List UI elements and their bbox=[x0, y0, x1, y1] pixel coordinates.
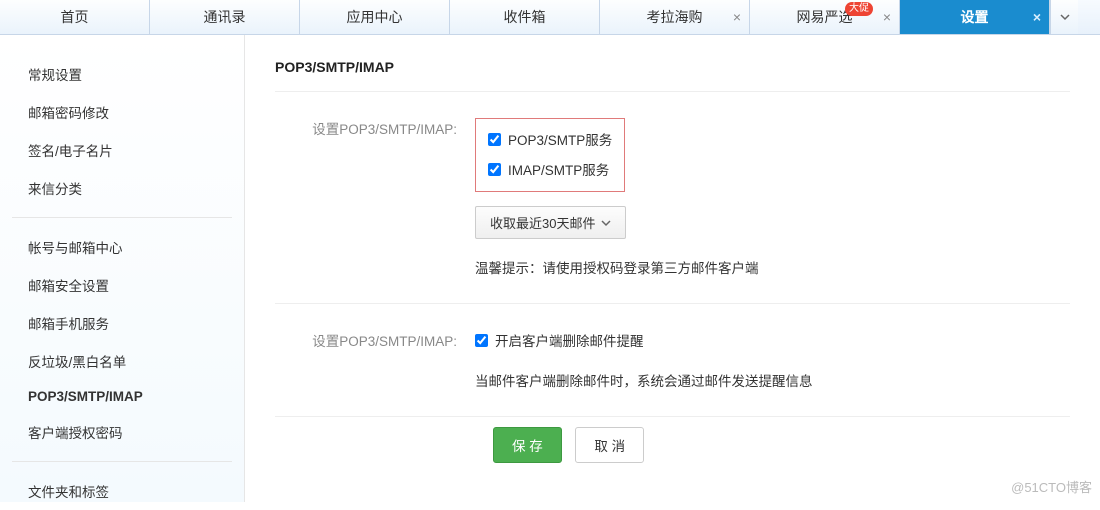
tab-inbox[interactable]: 收件箱 bbox=[450, 0, 600, 34]
checkbox-pop3[interactable]: POP3/SMTP服务 bbox=[488, 129, 612, 149]
sidebar-item-incoming[interactable]: 来信分类 bbox=[0, 169, 244, 207]
checkbox-label: IMAP/SMTP服务 bbox=[508, 159, 609, 179]
sidebar-item-protocol[interactable]: POP3/SMTP/IMAP bbox=[0, 380, 244, 413]
tab-label: 收件箱 bbox=[504, 7, 546, 27]
tab-contacts[interactable]: 通讯录 bbox=[150, 0, 300, 34]
checkbox-label: POP3/SMTP服务 bbox=[508, 129, 612, 149]
panel-title: POP3/SMTP/IMAP bbox=[275, 59, 1070, 92]
tab-home[interactable]: 首页 bbox=[0, 0, 150, 34]
tab-label: 首页 bbox=[61, 7, 89, 27]
dropdown-label: 收取最近30天邮件 bbox=[490, 213, 595, 232]
divider bbox=[12, 217, 232, 218]
section-services: 设置POP3/SMTP/IMAP: POP3/SMTP服务 IMAP/SMTP服… bbox=[275, 92, 1070, 304]
checkbox-input[interactable] bbox=[488, 133, 501, 146]
divider bbox=[12, 461, 232, 462]
tab-kaola[interactable]: 考拉海购 × bbox=[600, 0, 750, 34]
sidebar-item-authcode[interactable]: 客户端授权密码 bbox=[0, 413, 244, 451]
checkbox-imap[interactable]: IMAP/SMTP服务 bbox=[488, 159, 612, 179]
actions-row: 保 存 取 消 bbox=[493, 417, 1070, 483]
section-delete-notify: 设置POP3/SMTP/IMAP: 开启客户端删除邮件提醒 当邮件客户端删除邮件… bbox=[275, 304, 1070, 417]
sidebar-item-signature[interactable]: 签名/电子名片 bbox=[0, 131, 244, 169]
main-panel: POP3/SMTP/IMAP 设置POP3/SMTP/IMAP: POP3/SM… bbox=[245, 35, 1100, 502]
chevron-down-icon bbox=[601, 218, 611, 228]
close-icon[interactable]: × bbox=[1033, 9, 1041, 25]
tab-label: 通讯录 bbox=[204, 7, 246, 27]
workspace: 常规设置 邮箱密码修改 签名/电子名片 来信分类 帐号与邮箱中心 邮箱安全设置 … bbox=[0, 35, 1100, 502]
sidebar: 常规设置 邮箱密码修改 签名/电子名片 来信分类 帐号与邮箱中心 邮箱安全设置 … bbox=[0, 35, 245, 502]
tab-apps[interactable]: 应用中心 bbox=[300, 0, 450, 34]
sidebar-item-security[interactable]: 邮箱安全设置 bbox=[0, 266, 244, 304]
cancel-button[interactable]: 取 消 bbox=[575, 427, 644, 463]
tab-label: 应用中心 bbox=[347, 7, 403, 27]
section-label: 设置POP3/SMTP/IMAP: bbox=[275, 118, 475, 277]
section-label: 设置POP3/SMTP/IMAP: bbox=[275, 330, 475, 390]
retrieve-range-dropdown[interactable]: 收取最近30天邮件 bbox=[475, 206, 626, 239]
desc-text: 当邮件客户端删除邮件时，系统会通过邮件发送提醒信息 bbox=[475, 370, 1070, 390]
chevron-down-icon bbox=[1060, 12, 1070, 22]
hint-text: 温馨提示：请使用授权码登录第三方邮件客户端 bbox=[475, 257, 1070, 277]
watermark: @51CTO博客 bbox=[1011, 477, 1092, 496]
top-tabs: 首页 通讯录 应用中心 收件箱 考拉海购 × 网易严选 大促 × 设置 × bbox=[0, 0, 1100, 35]
save-button[interactable]: 保 存 bbox=[493, 427, 562, 463]
sidebar-item-general[interactable]: 常规设置 bbox=[0, 55, 244, 93]
promo-badge: 大促 bbox=[845, 2, 873, 16]
tab-yanxuan[interactable]: 网易严选 大促 × bbox=[750, 0, 900, 34]
tab-more-button[interactable] bbox=[1050, 0, 1078, 34]
tab-settings[interactable]: 设置 × bbox=[900, 0, 1050, 34]
checkbox-delete-notify[interactable]: 开启客户端删除邮件提醒 bbox=[475, 330, 1070, 350]
tab-label: 考拉海购 bbox=[647, 7, 703, 27]
checkbox-input[interactable] bbox=[488, 163, 501, 176]
close-icon[interactable]: × bbox=[733, 9, 741, 25]
tab-label: 设置 bbox=[961, 7, 989, 27]
sidebar-item-folders[interactable]: 文件夹和标签 bbox=[0, 472, 244, 510]
checkbox-label: 开启客户端删除邮件提醒 bbox=[495, 330, 644, 350]
section-body: POP3/SMTP服务 IMAP/SMTP服务 收取最近30天邮件 温馨提示：请… bbox=[475, 118, 1070, 277]
sidebar-item-spam[interactable]: 反垃圾/黑白名单 bbox=[0, 342, 244, 380]
highlight-box: POP3/SMTP服务 IMAP/SMTP服务 bbox=[475, 118, 625, 192]
section-body: 开启客户端删除邮件提醒 当邮件客户端删除邮件时，系统会通过邮件发送提醒信息 bbox=[475, 330, 1070, 390]
checkbox-input[interactable] bbox=[475, 334, 488, 347]
sidebar-item-password[interactable]: 邮箱密码修改 bbox=[0, 93, 244, 131]
sidebar-item-account[interactable]: 帐号与邮箱中心 bbox=[0, 228, 244, 266]
close-icon[interactable]: × bbox=[883, 9, 891, 25]
sidebar-item-mobile[interactable]: 邮箱手机服务 bbox=[0, 304, 244, 342]
